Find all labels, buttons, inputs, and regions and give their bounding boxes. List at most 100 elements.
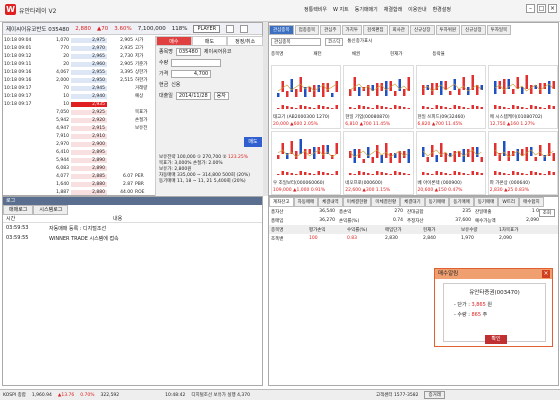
tab-system-log[interactable]: 시스템로그: [33, 205, 69, 215]
orderbook-sell-row[interactable]: 10:18 09:04 1,070 2,975 2,905 시가: [3, 36, 155, 44]
candle: [471, 147, 474, 162]
player-button[interactable]: PLAYER: [193, 24, 221, 33]
submit-order-button[interactable]: 매도: [244, 137, 262, 147]
menu-item-4[interactable]: 이용안내: [408, 6, 426, 13]
status-button[interactable]: 증거래: [424, 391, 445, 399]
candle: [516, 77, 519, 89]
balance-tab[interactable]: 동기매매: [449, 197, 474, 207]
close-button[interactable]: ×: [548, 4, 557, 13]
tab-sell[interactable]: 매도: [191, 36, 228, 46]
balance-tab[interactable]: 미체결현황: [342, 197, 372, 207]
orderbook-buy-row[interactable]: 7,050 2,925 목표가: [3, 108, 155, 116]
log-row[interactable]: 03:59:55 WINNER TRADE 시스템에 접속: [3, 233, 262, 243]
watchlist-tab[interactable]: 신규상장: [461, 25, 486, 35]
menu-item-0[interactable]: 정통렉비우: [304, 6, 327, 13]
chart-cell[interactable]: 베 아이론텍 (000900) 20,600 ▲150 0.47%: [415, 131, 486, 195]
ob-cell: 2,890: [71, 157, 107, 163]
tab-buy[interactable]: 매수: [156, 36, 192, 46]
cond-trade-label[interactable]: 동기매매: [159, 179, 176, 184]
watchlist-tab[interactable]: 신규상장: [409, 25, 435, 35]
orderbook-current-row[interactable]: 10:18 09:17 10 2,935: [3, 100, 155, 108]
candle: [516, 149, 519, 161]
orderbook-sell-row[interactable]: 10:18 09:01 770 2,970 2,935 고가: [3, 44, 155, 52]
orderbook-buy-row[interactable]: 2,970 2,900: [3, 140, 155, 148]
menu-item-1[interactable]: W 지트: [333, 6, 349, 13]
watchlist-tab[interactable]: 투자위원: [435, 25, 461, 35]
mini-button-1[interactable]: [226, 24, 235, 33]
qty-input[interactable]: [171, 58, 222, 67]
orderbook-buy-row[interactable]: 5,942 2,920 손절가: [3, 116, 155, 124]
orderbook-sell-row[interactable]: 10:18 09:17 10 2,940 예상: [3, 92, 155, 100]
loan-type-select[interactable]: 융자: [213, 91, 229, 100]
menu-item-3[interactable]: 채결합래: [384, 6, 402, 13]
watchlist-tab[interactable]: 회사관: [388, 25, 409, 35]
orderbook-buy-row[interactable]: 1,640 2,880 2.87 PBR: [3, 180, 155, 188]
chart-cell[interactable]: 파 가온상 (000640) 2,830 ▲25 0.83%: [487, 131, 558, 195]
table-row[interactable]: 조폭밴 100 0.83 2,830 2,840 1,970 2,090: [269, 234, 558, 243]
menu-item-2[interactable]: 동기매매기: [355, 6, 378, 13]
volume-bar: [317, 105, 320, 109]
watchlist-tab[interactable]: 투자일목: [486, 25, 512, 35]
balance-tab[interactable]: 계좌잔고: [269, 197, 294, 207]
chart-cell[interactable]: 우 조일보터(000060060) 109,000 ▲1,000 0.91%: [271, 131, 342, 195]
orderbook-buy-row[interactable]: 7,910 2,910: [3, 132, 155, 140]
maximize-button[interactable]: □: [537, 4, 546, 13]
balance-tab[interactable]: 자동매매: [293, 197, 319, 207]
cash-radio[interactable]: 현금: [159, 81, 168, 88]
orderbook-sell-row[interactable]: 10:18 09:16 2,000 2,950 2,515 하한가: [3, 76, 155, 84]
watchlist-tab[interactable]: 관심주: [320, 25, 341, 35]
stock-name[interactable]: 제이씨어유코반도 035480: [6, 25, 69, 33]
chart-cell[interactable]: 메 시스템케이(01080702) 12,750 ▲160 1.27%: [487, 65, 558, 129]
credit-radio[interactable]: 신용: [171, 81, 180, 88]
app-title: 유안타레이 V2: [19, 8, 57, 15]
watchlist-tab[interactable]: 업종종목: [294, 25, 320, 35]
minimize-button[interactable]: –: [526, 4, 535, 13]
volume-bar: [398, 106, 402, 109]
popup-ok-button[interactable]: 확인: [485, 335, 507, 344]
balance-tab[interactable]: 체결대기: [400, 197, 425, 207]
watchlist-tab[interactable]: 검색편집: [362, 25, 388, 35]
chart-cell[interactable]: 현일 기업(00080870) 6,810 ▲700 11.45%: [343, 65, 414, 129]
close-price-checkbox[interactable]: 통신종가표시: [347, 38, 372, 46]
price-input[interactable]: 4,700: [171, 69, 212, 78]
log-row[interactable]: 03:59:53 자동매매 등록 : 디지털조선: [3, 223, 262, 233]
orderbook-buy-row[interactable]: 6,410 2,895: [3, 148, 155, 156]
balance-tab[interactable]: 매수합지: [519, 197, 544, 207]
ob-cell: 20: [63, 53, 69, 59]
balance-tab[interactable]: 미체결현황: [371, 197, 401, 207]
orderbook-buy-row[interactable]: 1,887 2,880 44.00 ROE: [3, 188, 155, 196]
candle: [358, 87, 361, 96]
menu-item-5[interactable]: 환경설정: [433, 6, 451, 13]
orderbook-sell-row[interactable]: 10:18 09:12 20 2,965 2,730 저가: [3, 52, 155, 60]
orderbook-buy-row[interactable]: 4,077 2,885 6.07 PER: [3, 172, 155, 180]
balance-cell: 2,090: [499, 236, 512, 241]
balance-tab[interactable]: 동기매매: [473, 197, 499, 207]
balance-tab[interactable]: 동기매매: [424, 197, 450, 207]
chart-cell[interactable]: 태고기 (AB2000300 1270) 20,000 ▲600 2.05%: [271, 65, 342, 129]
candle: [439, 81, 442, 95]
orderbook-sell-row[interactable]: 10:18 09:17 70 2,945 거래량: [3, 84, 155, 92]
query-button[interactable]: 조회: [538, 209, 555, 217]
chart-cell[interactable]: 현일 쓰피드(09(32460) 6,820 ▲700 11.45%: [415, 65, 486, 129]
orderbook-sell-row[interactable]: 10:18 09:11 20 2,960 2,905 기준가: [3, 60, 155, 68]
balance-tab[interactable]: W트리: [498, 197, 520, 207]
tab-modify[interactable]: 정정/취소: [227, 36, 264, 46]
orderbook-sell-row[interactable]: 10:18 09:16 4,067 2,955 3,395 상한가: [3, 68, 155, 76]
group-select[interactable]: 관심종목: [271, 38, 321, 46]
watchlist-tab[interactable]: 관심종목: [269, 25, 294, 35]
popup-close-icon[interactable]: ×: [542, 270, 550, 278]
date-input[interactable]: 2014/11/28: [175, 91, 211, 100]
code-label: 종목명: [159, 49, 173, 55]
tab-trade-log[interactable]: 매매로그: [3, 205, 34, 215]
orderbook-buy-row[interactable]: 6,083 2,890: [3, 164, 155, 172]
mini-button-2[interactable]: [240, 24, 249, 33]
balance-tab[interactable]: 체결내역: [318, 197, 343, 207]
watchlist-tab[interactable]: 가치투: [341, 25, 362, 35]
status-message: 디지털조선 보유가 실행 4,370: [191, 393, 250, 398]
summary-label: 총자산: [271, 209, 284, 215]
code-input[interactable]: 035480: [175, 47, 201, 56]
chart-cell[interactable]: 네오프로(000600) 22,600 ▲300 1.15%: [343, 131, 414, 195]
market-filter[interactable]: 코스닥: [325, 38, 344, 46]
orderbook-buy-row[interactable]: 4,947 2,915 보유전: [3, 124, 155, 132]
orderbook-buy-row[interactable]: 5,944 2,890: [3, 156, 155, 164]
